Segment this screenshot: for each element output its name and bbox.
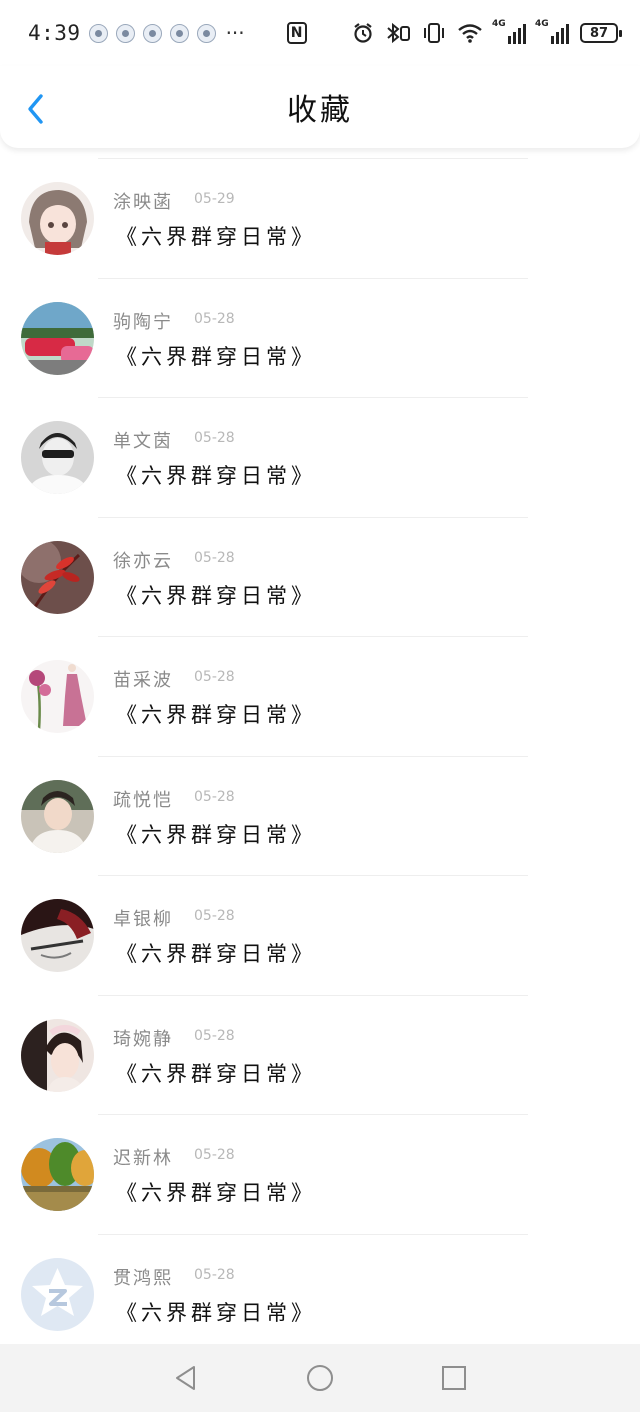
item-author: 单文茵 — [113, 431, 173, 452]
avatar[interactable] — [21, 421, 94, 494]
list-item[interactable]: 单文茵 05-28 《六界群穿日常》 — [0, 397, 640, 517]
notification-icon — [142, 23, 162, 43]
cell-signal-icon: 4G — [492, 19, 526, 44]
item-author: 卓银柳 — [113, 909, 173, 930]
item-title[interactable]: 《六界群穿日常》 — [116, 221, 316, 251]
item-title[interactable]: 《六界群穿日常》 — [116, 938, 316, 968]
list-item[interactable]: 琦婉静 05-28 《六界群穿日常》 — [0, 994, 640, 1115]
divider — [98, 158, 528, 159]
chevron-left-icon[interactable] — [22, 92, 50, 126]
app-header: 收藏 — [0, 66, 640, 148]
divider — [98, 994, 528, 996]
triangle-back-icon[interactable] — [172, 1364, 200, 1392]
list-item[interactable]: 贯鸿熙 05-28 《六界群穿日常》 — [0, 1233, 640, 1345]
item-title[interactable]: 《六界群穿日常》 — [116, 1297, 316, 1327]
item-date: 05-28 — [194, 1266, 235, 1283]
item-author: 疏悦恺 — [113, 789, 173, 811]
wifi-icon — [458, 24, 482, 43]
notification-icon — [169, 23, 189, 43]
signal-label: 4G — [535, 19, 549, 29]
notification-icon — [115, 23, 135, 43]
signal-label: 4G — [492, 19, 506, 29]
item-date: 05-28 — [194, 1147, 235, 1163]
favorites-list[interactable]: 涂映菡 05-29 《六界群穿日常》 驹陶宁 05-28 《六界群穿日常》 单文… — [0, 148, 640, 1344]
notification-icon — [196, 23, 216, 43]
avatar[interactable] — [21, 1018, 94, 1092]
item-date: 05-28 — [194, 908, 235, 924]
avatar[interactable] — [21, 540, 94, 614]
item-title[interactable]: 《六界群穿日常》 — [116, 819, 316, 849]
item-author: 琦婉静 — [113, 1028, 173, 1050]
status-right: 4G 4G 87 — [352, 19, 622, 44]
cell-signal-icon: 4G — [535, 19, 569, 44]
item-date: 05-28 — [194, 430, 235, 446]
notification-icon — [88, 23, 108, 43]
avatar[interactable] — [21, 779, 94, 853]
item-date: 05-28 — [194, 669, 235, 685]
divider — [98, 636, 528, 637]
square-recents-icon[interactable] — [440, 1364, 468, 1392]
status-left: 4:39 ··· N — [28, 21, 307, 45]
divider — [98, 516, 528, 518]
item-title[interactable]: 《六界群穿日常》 — [116, 1177, 316, 1207]
avatar[interactable] — [21, 1138, 94, 1211]
item-title[interactable]: 《六界群穿日常》 — [116, 1058, 316, 1088]
item-date: 05-28 — [194, 310, 235, 327]
divider — [98, 1233, 528, 1235]
bluetooth-icon — [387, 22, 410, 44]
item-date: 05-28 — [194, 549, 235, 566]
avatar[interactable] — [21, 899, 94, 972]
list-item[interactable]: 驹陶宁 05-28 《六界群穿日常》 — [0, 277, 640, 398]
page-title: 收藏 — [287, 93, 353, 128]
list-item[interactable]: 涂映菡 05-29 《六界群穿日常》 — [0, 158, 640, 278]
item-title[interactable]: 《六界群穿日常》 — [116, 580, 316, 610]
list-item[interactable]: 苗采波 05-28 《六界群穿日常》 — [0, 636, 640, 756]
system-nav-bar — [0, 1344, 640, 1412]
alarm-icon — [354, 23, 372, 43]
item-title[interactable]: 《六界群穿日常》 — [116, 699, 316, 729]
item-author: 贯鸿熙 — [113, 1267, 173, 1289]
battery-icon: 87 — [580, 23, 622, 43]
item-author: 苗采波 — [113, 670, 173, 691]
avatar[interactable] — [21, 301, 94, 375]
divider — [98, 1114, 528, 1115]
circle-home-icon[interactable] — [306, 1364, 334, 1392]
item-date: 05-28 — [194, 1027, 235, 1044]
divider — [98, 875, 528, 876]
more-notifications-icon: ··· — [225, 21, 245, 45]
divider — [98, 277, 528, 279]
item-title[interactable]: 《六界群穿日常》 — [116, 341, 316, 371]
list-item[interactable]: 迟新林 05-28 《六界群穿日常》 — [0, 1114, 640, 1234]
status-bar: 4:39 ··· N 4G 4G 87 — [0, 0, 640, 66]
avatar[interactable] — [21, 1257, 94, 1331]
divider — [98, 397, 528, 398]
item-title[interactable]: 《六界群穿日常》 — [116, 460, 316, 490]
item-author: 涂映菡 — [113, 192, 173, 213]
list-item[interactable]: 疏悦恺 05-28 《六界群穿日常》 — [0, 755, 640, 876]
divider — [98, 755, 528, 757]
item-author: 驹陶宁 — [113, 311, 173, 333]
list-item[interactable]: 徐亦云 05-28 《六界群穿日常》 — [0, 516, 640, 637]
item-date: 05-28 — [194, 788, 235, 805]
item-author: 迟新林 — [113, 1148, 173, 1169]
list-item[interactable]: 卓银柳 05-28 《六界群穿日常》 — [0, 875, 640, 995]
vibrate-icon — [424, 23, 444, 43]
item-author: 徐亦云 — [113, 550, 173, 572]
nfc-icon: N — [286, 22, 307, 44]
item-date: 05-29 — [194, 191, 235, 207]
status-time: 4:39 — [28, 21, 81, 45]
avatar[interactable] — [21, 660, 94, 733]
avatar[interactable] — [21, 182, 94, 255]
